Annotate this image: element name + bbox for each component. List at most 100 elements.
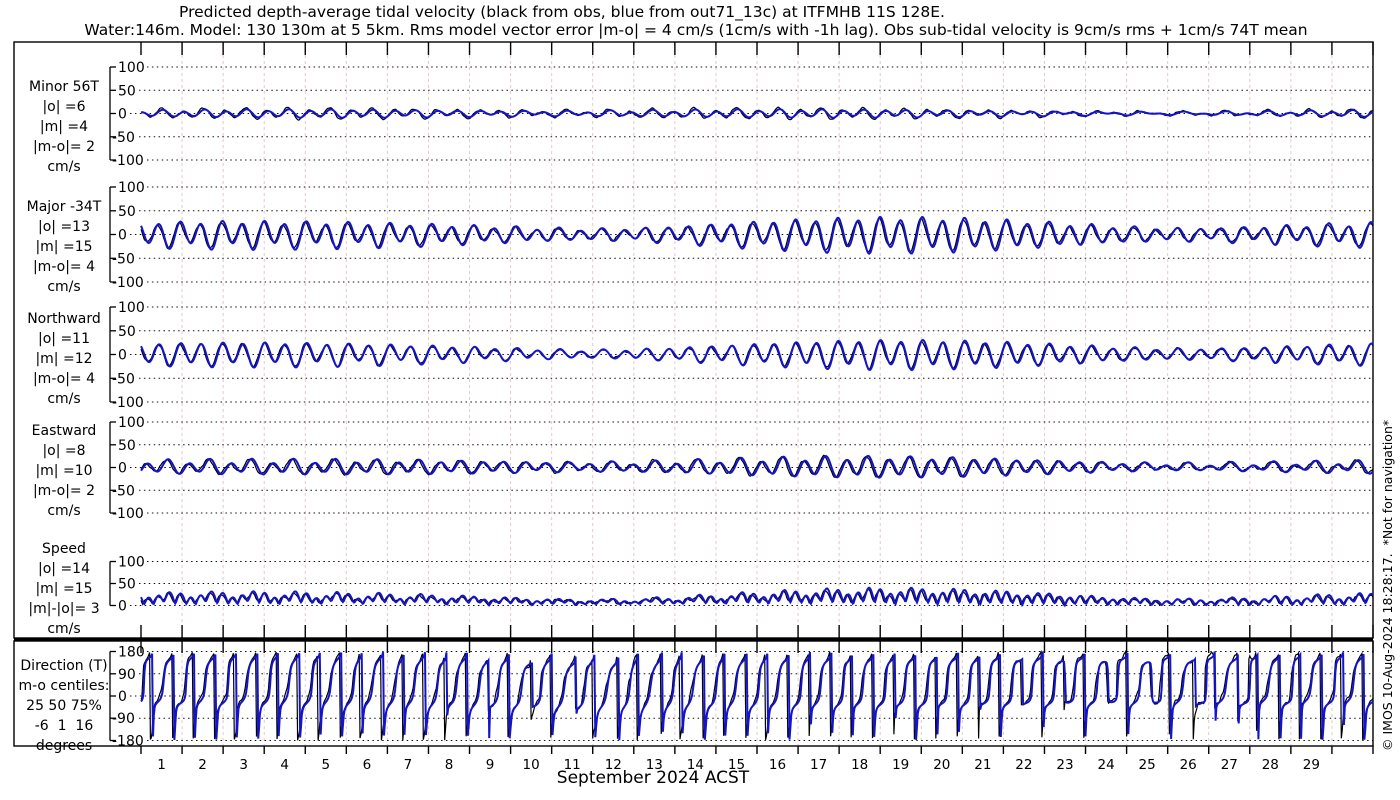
panel-label-block-northward: Northward |o| =11 |m| =12 |m-o|= 4 cm/s [27,311,101,407]
y-tick-label-speed: 50 [118,577,136,593]
y-tick-label-major: 0 [118,228,127,244]
panel-label-line-speed: cm/s [47,621,80,637]
y-tick-label-major: 100 [118,180,145,196]
day-label: 20 [933,757,950,773]
y-tick-label-direction: -180 [112,734,144,750]
day-label: 10 [523,757,540,773]
y-tick-label-northward: 100 [118,300,145,316]
y-tick-label-eastward: 0 [118,461,127,477]
upper-panels-frame [13,41,1374,639]
panel-label-line-northward: Northward [27,311,101,327]
panel-label-line-major: |m| =15 [35,239,92,255]
y-tick-label-major: -100 [112,275,144,291]
panel-label-line-eastward: |o| =8 [42,443,85,459]
y-tick-label-minor: 0 [118,107,127,123]
figure-title-line-1: Predicted depth-average tidal velocity (… [179,3,945,21]
day-label: 8 [445,757,454,773]
y-tick-label-northward: -50 [112,371,135,387]
day-label: 29 [1303,757,1320,773]
panel-label-block-major: Major -34T |o| =13 |m| =15 |m-o|= 4 cm/s [27,199,102,295]
panel-label-line-eastward: |m| =10 [35,463,92,479]
panel-label-line-direction: Direction (T) [20,658,107,674]
x-axis-labels: 1 2 3 4 5 6 7 8 9 10 11 12 13 14 15 16 17 18 19 20 21 22 23 24 2… [157,757,1320,788]
day-label: 18 [851,757,868,773]
y-tick-label-eastward: -50 [112,483,135,499]
day-label: 23 [1056,757,1073,773]
day-label: 17 [810,757,827,773]
panel-label-line-speed: Speed [42,541,86,557]
panel-axis-minor: 100 50 0 -50 -100 [109,60,1373,169]
x-axis-month-label: September 2024 ACST [557,768,750,788]
day-label: 22 [1015,757,1032,773]
panel-label-line-northward: |m| =12 [35,351,92,367]
panel-label-block-eastward: Eastward |o| =8 |m| =10 |m-o|= 2 cm/s [32,423,97,519]
y-tick-label-minor: 50 [118,83,136,99]
day-label: 3 [239,757,248,773]
y-tick-label-northward: -100 [112,395,144,411]
day-label: 28 [1262,757,1279,773]
panel-label-line-minor: cm/s [47,159,80,175]
panel-label-line-major: |o| =13 [38,219,90,235]
panel-label-line-northward: cm/s [47,391,80,407]
panel-label-line-eastward: |m-o|= 2 [33,483,95,499]
plot-frames [13,41,1374,747]
day-label: 27 [1221,757,1238,773]
day-label: 1 [157,757,166,773]
day-grid [140,42,1374,754]
panel-label-line-minor: |m-o|= 2 [33,139,95,155]
day-label: 2 [198,757,207,773]
y-tick-label-direction: 0 [118,689,127,705]
y-tick-label-speed: 100 [118,555,145,571]
panel-label-block-direction: Direction (T) m-o centiles: 25 50 75% -6 1 … [18,658,109,754]
panel-label-line-speed: |m|-|o|= 3 [28,601,99,617]
panel-label-block-speed: Speed |o| =14 |m| =15 |m|-|o|= 3 cm/s [28,541,99,637]
day-label: 26 [1180,757,1197,773]
panel-label-line-speed: |m| =15 [35,581,92,597]
day-label: 21 [974,757,991,773]
day-label: 19 [892,757,909,773]
y-tick-label-major: 50 [118,204,136,220]
panel-label-line-minor: Minor 56T [29,79,99,95]
day-label: 6 [363,757,372,773]
figure-title-line-2: Water:146m. Model: 130 130m at 5 5km. Rm… [84,21,1308,39]
y-tick-label-minor: -100 [112,153,144,169]
panel-label-line-eastward: cm/s [47,503,80,519]
tidal-velocity-plot: 100500-50-100Minor 56T|o| =6|m| =4|m-o|=… [13,41,1395,788]
y-tick-label-direction: 180 [118,645,145,661]
panel-label-line-direction: -6 1 16 [35,718,94,734]
y-tick-label-northward: 0 [118,348,127,364]
y-tick-label-minor: 100 [118,60,145,76]
day-label: 25 [1139,757,1156,773]
panel-label-line-major: Major -34T [27,199,102,215]
day-label: 7 [404,757,413,773]
panel-label-line-major: |m-o|= 4 [33,259,95,275]
y-tick-label-direction: 90 [118,667,136,683]
y-tick-label-eastward: -100 [112,506,144,522]
panel-label-line-major: cm/s [47,279,80,295]
day-label: 16 [769,757,786,773]
y-tick-label-minor: -50 [112,130,135,146]
panel-label-line-direction: m-o centiles: [18,678,109,694]
panel-label-line-northward: |m-o|= 4 [33,371,95,387]
panel-label-line-direction: degrees [36,738,92,754]
day-label: 4 [280,757,289,773]
day-label: 24 [1098,757,1115,773]
y-tick-label-direction: -90 [112,711,135,727]
day-label: 9 [486,757,495,773]
y-tick-label-major: -50 [112,251,135,267]
panel-label-line-minor: |o| =6 [42,99,85,115]
y-tick-label-speed: 0 [118,599,127,615]
panel-label-line-direction: 25 50 75% [26,698,102,714]
copyright-watermark: © IMOS 10-Aug-2024 18:28:17. *Not for na… [1380,420,1395,751]
panel-label-line-northward: |o| =11 [38,331,90,347]
panel-label-line-speed: |o| =14 [38,561,90,577]
panel-axis-speed: 100 50 0 [109,555,1373,615]
tidal-velocity-figure: Predicted depth-average tidal velocity (… [0,0,1400,800]
panel-label-line-eastward: Eastward [32,423,97,439]
panel-label-block-minor: Minor 56T |o| =6 |m| =4 |m-o|= 2 cm/s [29,79,99,175]
y-tick-label-eastward: 50 [118,438,136,454]
y-tick-label-northward: 50 [118,324,136,340]
panel-label-line-minor: |m| =4 [40,119,88,135]
day-label: 5 [322,757,331,773]
y-tick-label-eastward: 100 [118,415,145,431]
